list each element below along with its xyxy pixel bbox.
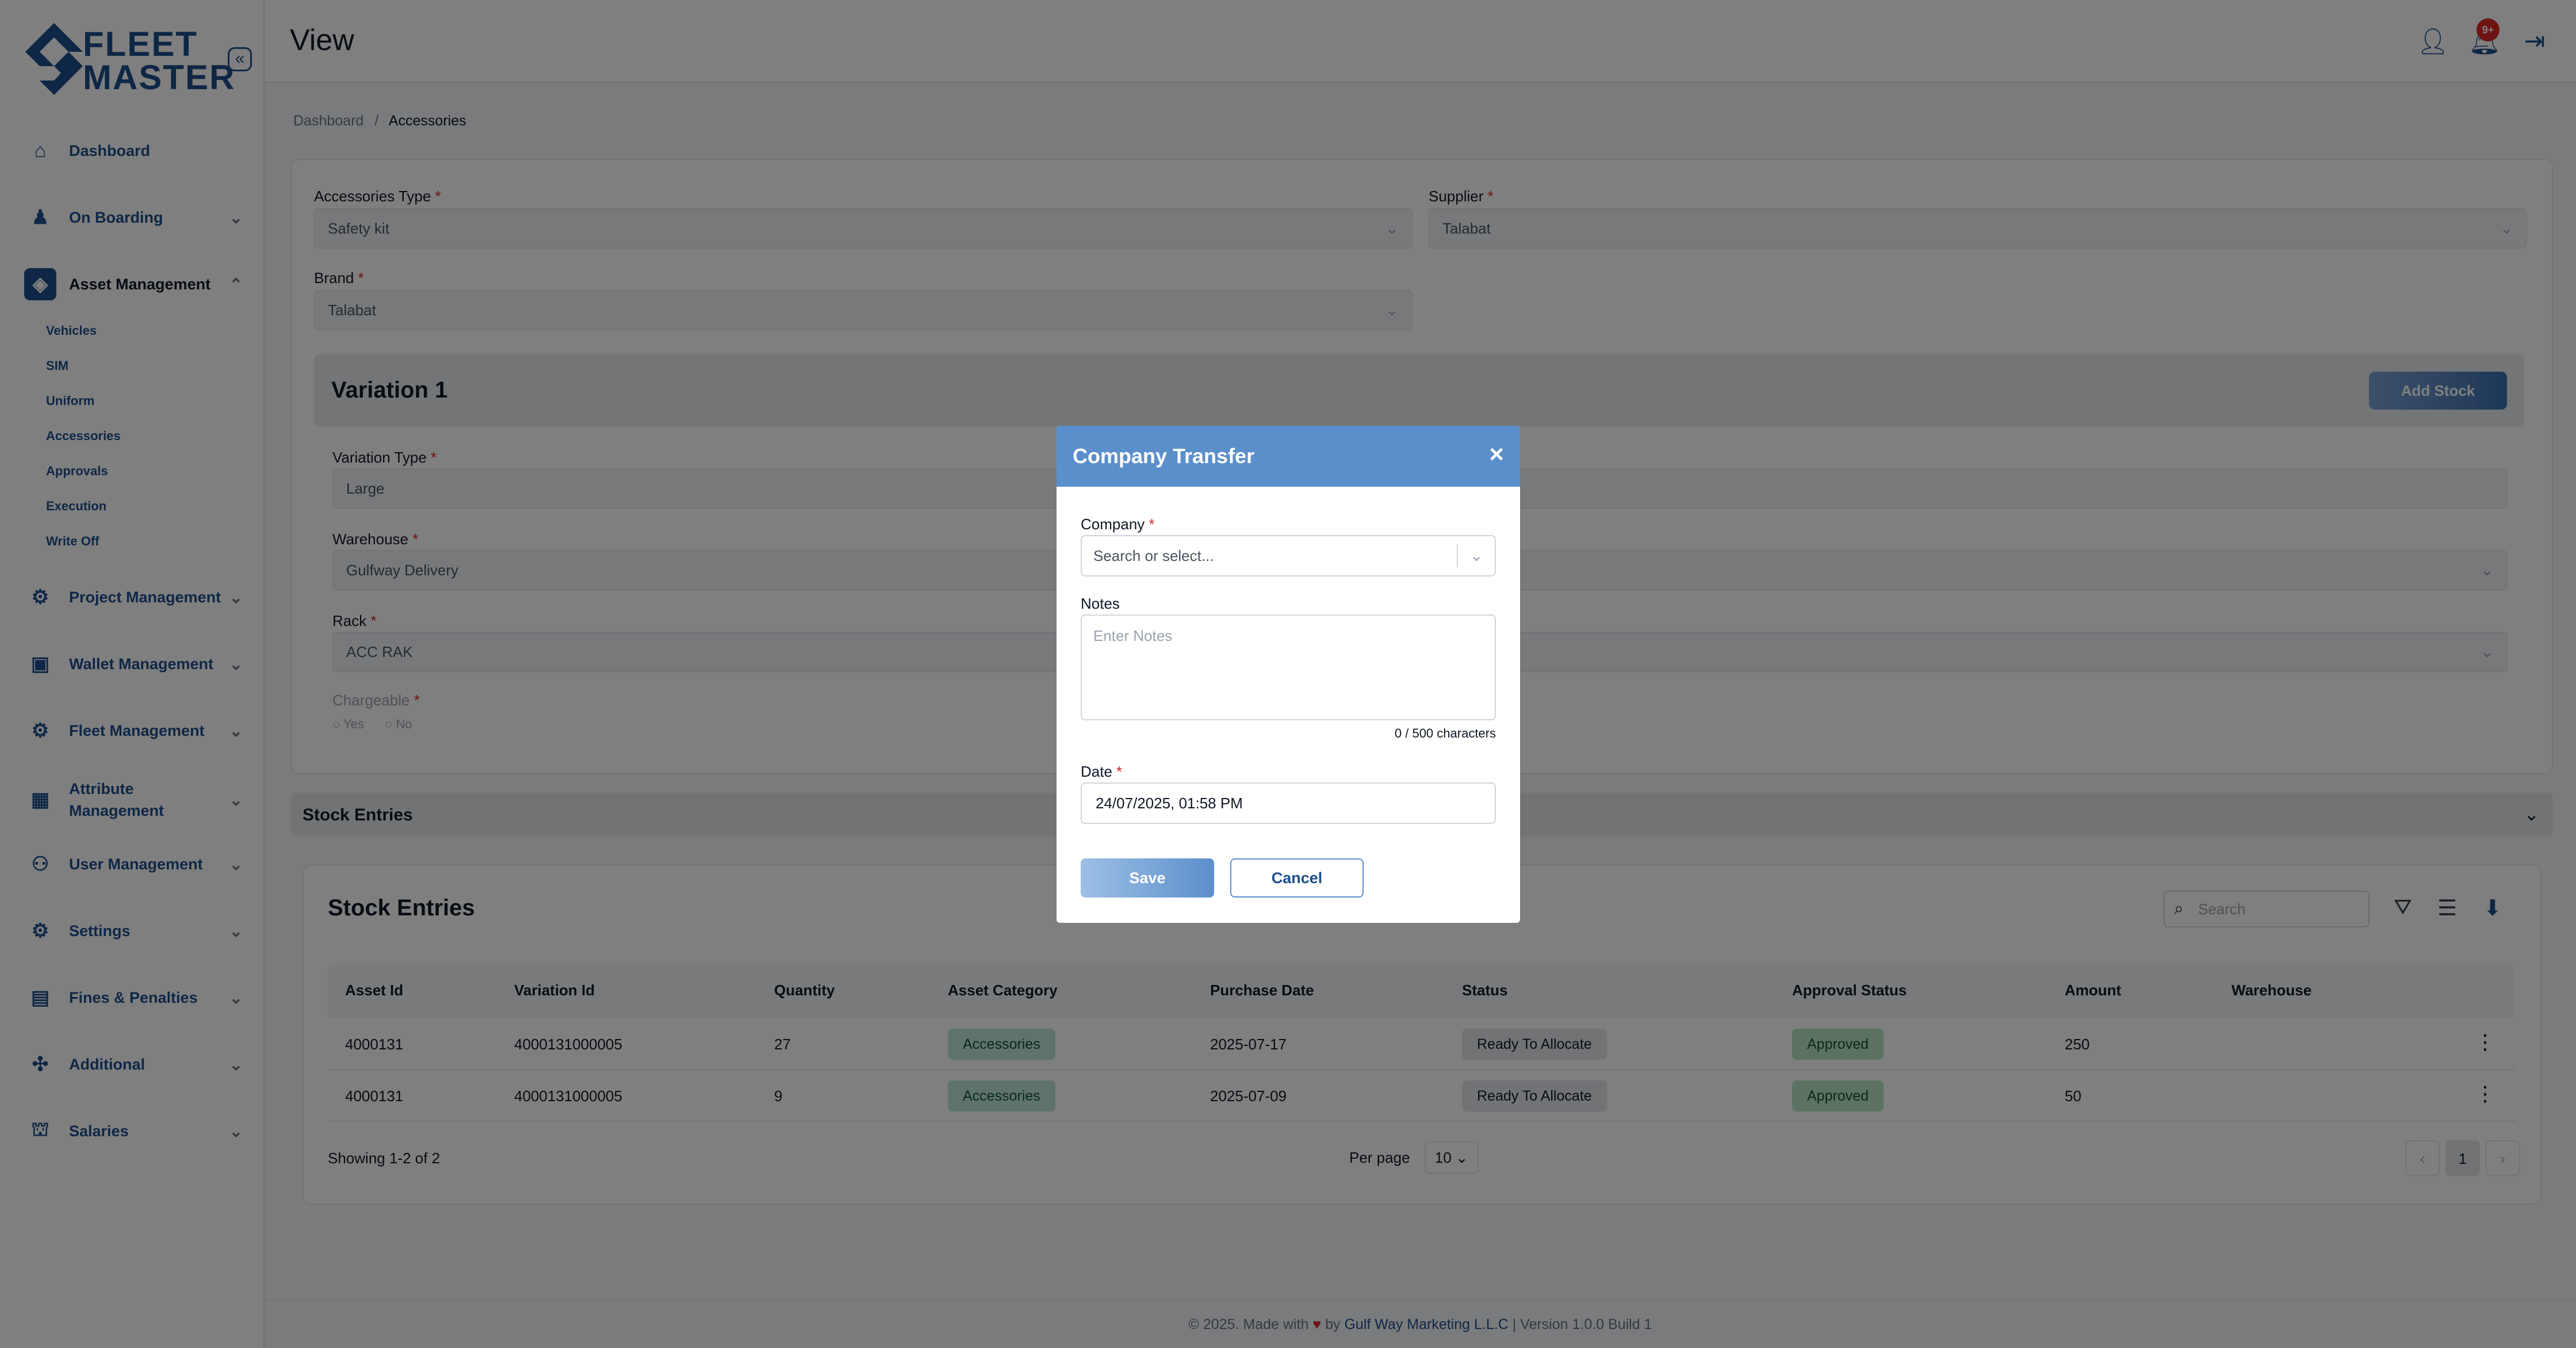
chevron-down-icon: ⌄ <box>1469 547 1483 564</box>
company-select[interactable]: Search or select... ⌄ <box>1081 535 1496 576</box>
date-label: Date * <box>1081 763 1123 780</box>
modal-header: Company Transfer × <box>1057 426 1520 487</box>
date-input[interactable]: 24/07/2025, 01:58 PM <box>1081 782 1496 824</box>
app-root: FLEET MASTER « ⌂ Dashboard ♟ On Boarding… <box>0 0 2576 1348</box>
notes-label: Notes <box>1081 595 1120 612</box>
cancel-button[interactable]: Cancel <box>1230 858 1364 898</box>
company-transfer-modal: Company Transfer × Company * Search or s… <box>1057 426 1520 923</box>
modal-title: Company Transfer <box>1073 444 1255 468</box>
close-icon[interactable]: × <box>1489 442 1504 467</box>
notes-textarea[interactable] <box>1081 614 1496 720</box>
company-placeholder: Search or select... <box>1093 547 1214 564</box>
save-button[interactable]: Save <box>1081 858 1214 898</box>
select-separator <box>1457 544 1458 567</box>
notes-char-counter: 0 / 500 characters <box>1394 726 1496 740</box>
company-label: Company * <box>1081 515 1155 533</box>
